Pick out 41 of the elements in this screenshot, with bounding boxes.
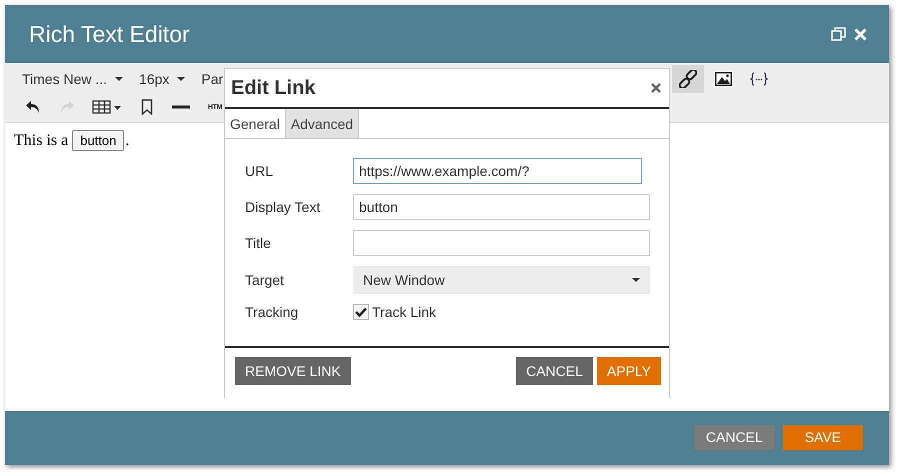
text-field[interactable] [353, 230, 650, 256]
editor-text: This is a [14, 132, 68, 150]
caret-icon [115, 77, 124, 81]
redo-icon [59, 100, 75, 114]
window-title: Rich Text Editor [29, 20, 190, 48]
image-icon [715, 72, 732, 86]
braces-icon [750, 72, 768, 86]
check-icon [355, 307, 367, 317]
dialog-button[interactable]: CANCEL [516, 357, 593, 385]
field-label: URL [245, 163, 274, 179]
horizontal-rule-icon [172, 105, 190, 109]
text-field[interactable]: button [353, 194, 650, 220]
dropdown-button[interactable]: 16px [134, 66, 190, 92]
caret-icon [177, 77, 186, 81]
link-icon [679, 70, 697, 88]
field-label: Display Text [245, 199, 322, 215]
bookmark-icon [141, 99, 153, 115]
checkbox[interactable] [353, 304, 369, 320]
select-field[interactable]: New Window [353, 266, 650, 294]
undo-icon [25, 100, 41, 114]
inline-button[interactable]: button [72, 130, 124, 151]
tab[interactable]: Advanced [286, 109, 360, 138]
dropdown-button[interactable]: Times New ... [17, 66, 128, 92]
restore-button[interactable] [831, 27, 846, 41]
editor-text: . [125, 132, 130, 150]
close-button[interactable] [649, 83, 663, 93]
text-field[interactable]: https://www.example.com/? [353, 158, 642, 184]
footer-button[interactable]: CANCEL [694, 424, 775, 450]
close-button[interactable] [854, 28, 867, 40]
dialog-title: Edit Link [231, 76, 316, 100]
restore-icon [831, 27, 846, 41]
dialog-button[interactable]: REMOVE LINK [235, 357, 351, 385]
close-icon [854, 28, 867, 40]
field-label: Target [245, 272, 285, 288]
table-icon [92, 100, 122, 114]
caret-icon [632, 278, 640, 282]
toolbar-button[interactable] [672, 65, 704, 93]
close-icon [651, 83, 661, 93]
field-label: Tracking [245, 304, 300, 320]
field-label: Title [245, 235, 272, 251]
checkbox-label: Track Link [372, 304, 436, 320]
